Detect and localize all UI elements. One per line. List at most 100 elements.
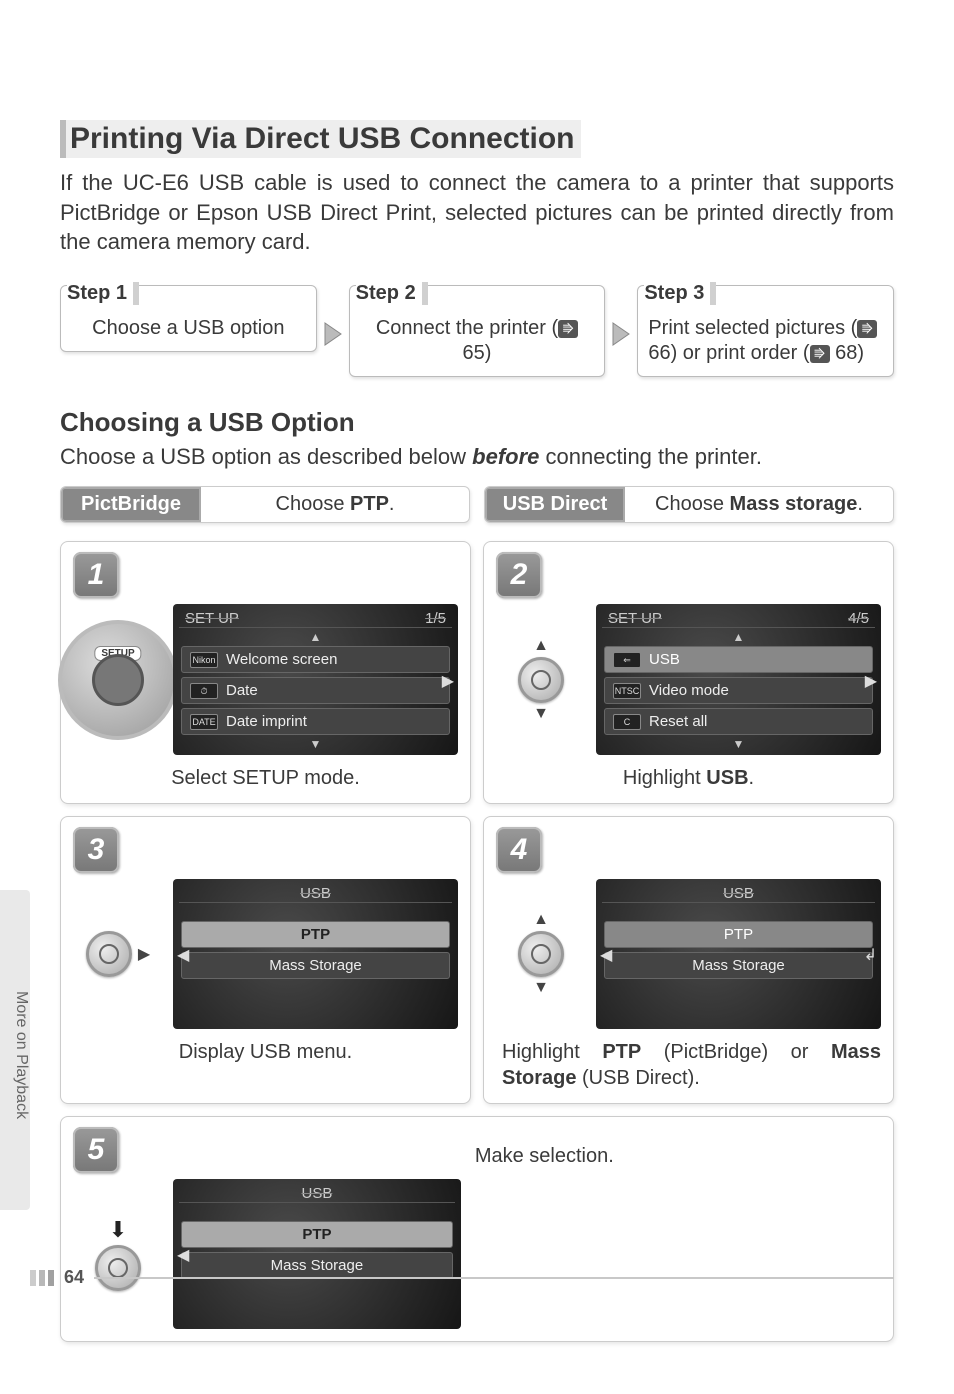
panel-3: 3 ▶ USB PTP Mass Storage ◀ Display USB m… xyxy=(60,816,471,1104)
left-arrow-icon: ◀ xyxy=(177,945,189,965)
panel-1: 1 SETUP SET UP 1/5 ▲ xyxy=(60,541,471,804)
screen-title-text: USB xyxy=(300,885,331,902)
screen-header: SET UP 4/5 xyxy=(602,610,875,628)
step1-text: Choose a USB option xyxy=(71,316,306,341)
mode-dial-icon: SETUP xyxy=(73,620,163,740)
cap-post: . xyxy=(749,767,755,789)
screen-header: USB xyxy=(179,885,452,903)
menu-item-usb: ⇐USB xyxy=(604,646,873,673)
camera-screen-setup: SET UP 4/5 ▲ ⇐USB NTSCVideo mode C Reset … xyxy=(596,604,881,755)
menu-item-ptp: PTP xyxy=(181,921,450,948)
step2-post: ) xyxy=(485,342,492,364)
dial-graphic: SETUP xyxy=(58,620,178,740)
opt-post: . xyxy=(389,493,395,516)
item-icon: NTSC xyxy=(613,683,641,699)
step3-post: ) xyxy=(857,342,864,364)
cap-bold: USB xyxy=(706,767,748,789)
option-usbdirect: USB Direct Choose Mass storage. xyxy=(484,486,894,523)
page-number: 64 xyxy=(64,1267,84,1288)
step3-label: Step 3 xyxy=(644,282,716,305)
opt-bold: Mass storage xyxy=(730,493,858,516)
side-tab: More on Playback xyxy=(0,890,30,1210)
item-label: Date imprint xyxy=(226,713,307,730)
up-triangle-icon: ▲ xyxy=(533,911,549,929)
footer-bars-icon xyxy=(30,1270,54,1286)
menu-item: DATE Date imprint xyxy=(181,708,450,735)
ok-button-icon xyxy=(86,931,132,977)
step2-pageref: 65 xyxy=(463,342,485,364)
arrow-icon xyxy=(323,285,343,347)
enter-icon: ↲ xyxy=(864,945,877,965)
option-pictbridge: PictBridge Choose PTP. xyxy=(60,486,470,523)
screen-page-indicator: 1/5 xyxy=(425,610,446,627)
multi-selector-icon: ▲▼ xyxy=(496,637,586,723)
page-ref-icon: ⭆ xyxy=(558,320,578,338)
panel-caption: Make selection. xyxy=(475,1143,881,1169)
item-label: Date xyxy=(226,682,258,699)
screen-title-text: SET UP xyxy=(185,610,239,627)
s2-pre: Choose a USB option as described below xyxy=(60,444,472,469)
panel-caption: Highlight USB. xyxy=(496,765,881,791)
down-arrow-icon: ▼ xyxy=(602,739,875,749)
step3-pre: Print selected pictures ( xyxy=(648,317,857,339)
panel-4: 4 ▲▼ USB PTP Mass Storage ◀ ↲ High xyxy=(483,816,894,1104)
step2-box: Step 2 Connect the printer (⭆ 65) xyxy=(349,285,606,377)
item-icon: C xyxy=(613,714,641,730)
up-arrow-icon: ▲ xyxy=(179,632,452,642)
camera-screen-setup: SET UP 1/5 ▲ NikonWelcome screen ⏱ Date D… xyxy=(173,604,458,755)
step2-text: Connect the printer (⭆ 65) xyxy=(360,316,595,366)
step1-box: Step 1 Choose a USB option xyxy=(60,285,317,352)
step3-ref1: 66 xyxy=(648,342,670,364)
item-label: Mass Storage xyxy=(692,957,785,974)
camera-screen-usb: USB PTP Mass Storage ◀ xyxy=(173,1179,461,1329)
camera-screen-usb: USB PTP Mass Storage ◀ xyxy=(173,879,458,1029)
item-icon: DATE xyxy=(190,714,218,730)
step-number: 2 xyxy=(496,552,542,598)
page-ref-icon: ⭆ xyxy=(857,320,877,338)
step3-text: Print selected pictures (⭆ 66) or print … xyxy=(648,316,883,366)
step1-label: Step 1 xyxy=(67,282,139,305)
instruction-panels: 1 SETUP SET UP 1/5 ▲ xyxy=(60,541,894,1342)
multi-selector-icon: ▲▼ xyxy=(496,911,586,997)
item-icon: Nikon xyxy=(190,652,218,668)
panel-2: 2 ▲▼ SET UP 4/5 ▲ ⇐USB NTSCVideo mode xyxy=(483,541,894,804)
screen-header: USB xyxy=(179,1185,455,1203)
step-number: 1 xyxy=(73,552,119,598)
up-arrow-icon: ▲ xyxy=(602,632,875,642)
options-row: PictBridge Choose PTP. USB Direct Choose… xyxy=(60,486,894,523)
panel-5: 5 ⬇ USB PTP Mass Storage ◀ xyxy=(60,1116,894,1342)
menu-item: NikonWelcome screen xyxy=(181,646,450,673)
right-arrow-icon: ▶ xyxy=(442,671,454,691)
cap-post: (USB Direct). xyxy=(576,1067,699,1089)
opt-pre: Choose xyxy=(276,493,345,516)
right-triangle-icon: ▶ xyxy=(138,944,150,964)
option-name: PictBridge xyxy=(61,487,201,522)
ok-button-icon xyxy=(518,657,564,703)
right-arrow-icon: ▶ xyxy=(865,671,877,691)
down-arrow-icon: ▼ xyxy=(179,739,452,749)
down-triangle-icon: ▼ xyxy=(533,705,549,723)
item-label: Reset all xyxy=(649,713,707,730)
item-icon: ⇐ xyxy=(613,652,641,668)
step2-pre: Connect the printer ( xyxy=(376,317,558,339)
steps-overview: Step 1 Choose a USB option Step 2 Connec… xyxy=(60,285,894,377)
camera-screen-usb: USB PTP Mass Storage ◀ ↲ xyxy=(596,879,881,1029)
screen-header: SET UP 1/5 xyxy=(179,610,452,628)
menu-item: ⏱ Date xyxy=(181,677,450,704)
menu-item-massstorage: Mass Storage xyxy=(181,952,450,979)
page-title: Printing Via Direct USB Connection xyxy=(60,120,581,158)
screen-header: USB xyxy=(602,885,875,903)
s2-bold: before xyxy=(472,444,539,469)
menu-item-massstorage: Mass Storage xyxy=(604,952,873,979)
left-arrow-icon: ◀ xyxy=(177,1245,189,1265)
menu-item-ptp: PTP xyxy=(604,921,873,948)
screen-title-text: USB xyxy=(301,1185,332,1202)
menu-item: NTSCVideo mode xyxy=(604,677,873,704)
page-footer: 64 xyxy=(30,1267,894,1288)
menu-item-ptp: PTP xyxy=(181,1221,453,1248)
ok-button-icon xyxy=(518,931,564,977)
screen-title-text: SET UP xyxy=(608,610,662,627)
item-icon: ⏱ xyxy=(190,683,218,699)
multi-selector-icon: ▶ xyxy=(73,931,163,977)
option-instruction: Choose PTP. xyxy=(201,487,469,522)
